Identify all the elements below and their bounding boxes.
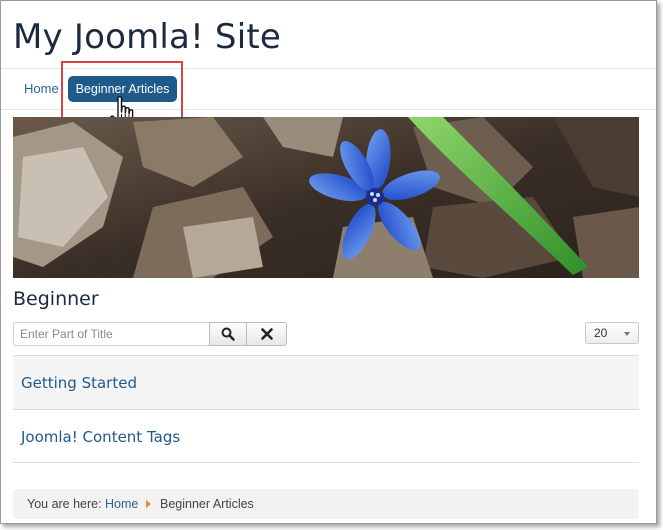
breadcrumb-home-link[interactable]: Home bbox=[105, 497, 138, 511]
breadcrumb-separator-icon bbox=[146, 500, 151, 508]
list-item: Joomla! Content Tags bbox=[13, 409, 639, 463]
breadcrumb-current: Beginner Articles bbox=[160, 497, 254, 511]
chevron-down-icon bbox=[624, 332, 630, 336]
search-button[interactable] bbox=[209, 322, 247, 346]
breadcrumb-label: You are here: bbox=[27, 497, 102, 511]
article-link-getting-started[interactable]: Getting Started bbox=[21, 374, 137, 392]
title-filter-input[interactable] bbox=[13, 322, 210, 346]
main-menu: Home Beginner Articles bbox=[1, 68, 656, 110]
article-list: Getting Started Joomla! Content Tags bbox=[13, 355, 639, 463]
breadcrumb: You are here: Home Beginner Articles bbox=[13, 489, 639, 519]
close-icon bbox=[260, 328, 273, 340]
header-banner-image bbox=[13, 117, 639, 278]
search-icon bbox=[221, 327, 235, 341]
clear-button[interactable] bbox=[246, 322, 287, 346]
display-limit-value: 20 bbox=[594, 326, 608, 340]
article-link-content-tags[interactable]: Joomla! Content Tags bbox=[21, 428, 180, 446]
site-title[interactable]: My Joomla! Site bbox=[13, 17, 281, 57]
browser-frame: My Joomla! Site Home Beginner Articles B… bbox=[0, 0, 657, 524]
display-limit-select[interactable]: 20 bbox=[585, 322, 639, 344]
category-title: Beginner bbox=[13, 288, 99, 310]
list-item: Getting Started bbox=[13, 355, 639, 409]
menu-item-home[interactable]: Home bbox=[24, 81, 59, 96]
